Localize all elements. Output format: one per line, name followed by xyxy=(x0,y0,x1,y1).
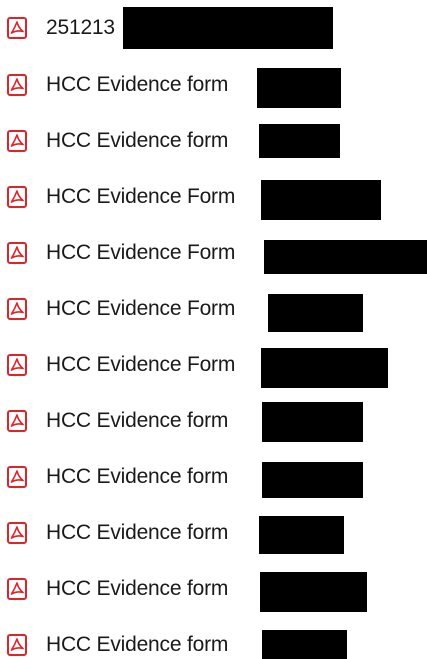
file-row[interactable]: HCC Evidence form xyxy=(0,401,427,442)
file-row[interactable]: HCC Evidence Form xyxy=(0,289,427,332)
redaction-block xyxy=(259,516,344,554)
file-name: HCC Evidence form xyxy=(46,633,229,656)
pdf-file-icon xyxy=(7,466,27,488)
file-row[interactable]: HCC Evidence Form xyxy=(0,233,427,274)
file-row[interactable]: HCC Evidence form xyxy=(0,569,427,612)
file-name: HCC Evidence form xyxy=(46,521,229,544)
pdf-file-icon xyxy=(7,186,27,208)
pdf-file-icon xyxy=(7,74,27,96)
file-name: HCC Evidence Form xyxy=(46,241,236,264)
redaction-block xyxy=(261,348,388,388)
redaction-block xyxy=(262,462,363,498)
file-name: HCC Evidence form xyxy=(46,129,229,152)
redaction-block xyxy=(257,68,341,108)
file-name: HCC Evidence Form xyxy=(46,297,236,320)
file-name: HCC Evidence Form xyxy=(46,185,236,208)
file-name: HCC Evidence form xyxy=(46,73,229,96)
pdf-file-icon xyxy=(7,298,27,320)
file-name: HCC Evidence form xyxy=(46,465,229,488)
redaction-block xyxy=(262,402,363,442)
pdf-file-icon xyxy=(7,130,27,152)
redaction-block xyxy=(123,7,333,49)
redaction-block xyxy=(264,240,427,274)
pdf-file-icon xyxy=(7,578,27,600)
redaction-block xyxy=(261,180,381,220)
pdf-file-icon xyxy=(7,522,27,544)
redaction-block xyxy=(259,124,340,158)
pdf-file-icon xyxy=(7,354,27,376)
file-name: HCC Evidence form xyxy=(46,409,229,432)
pdf-file-icon xyxy=(7,634,27,656)
file-row[interactable]: HCC Evidence form xyxy=(0,121,427,161)
file-name: 251213 xyxy=(46,16,115,39)
redaction-block xyxy=(260,572,367,612)
file-row[interactable]: HCC Evidence form xyxy=(0,625,427,659)
file-row[interactable]: HCC Evidence Form xyxy=(0,345,427,388)
redaction-block xyxy=(262,630,347,659)
file-name: HCC Evidence form xyxy=(46,577,229,600)
file-row[interactable]: HCC Evidence form xyxy=(0,65,427,108)
file-row[interactable]: 251213 xyxy=(0,7,427,49)
file-list: 251213 HCC Evidence form HCC Evidence fo… xyxy=(0,0,427,659)
file-name: HCC Evidence Form xyxy=(46,353,236,376)
pdf-file-icon xyxy=(7,410,27,432)
pdf-file-icon xyxy=(7,17,27,39)
redaction-block xyxy=(268,294,363,332)
pdf-file-icon xyxy=(7,242,27,264)
file-row[interactable]: HCC Evidence form xyxy=(0,457,427,498)
file-row[interactable]: HCC Evidence form xyxy=(0,513,427,554)
file-row[interactable]: HCC Evidence Form xyxy=(0,177,427,220)
